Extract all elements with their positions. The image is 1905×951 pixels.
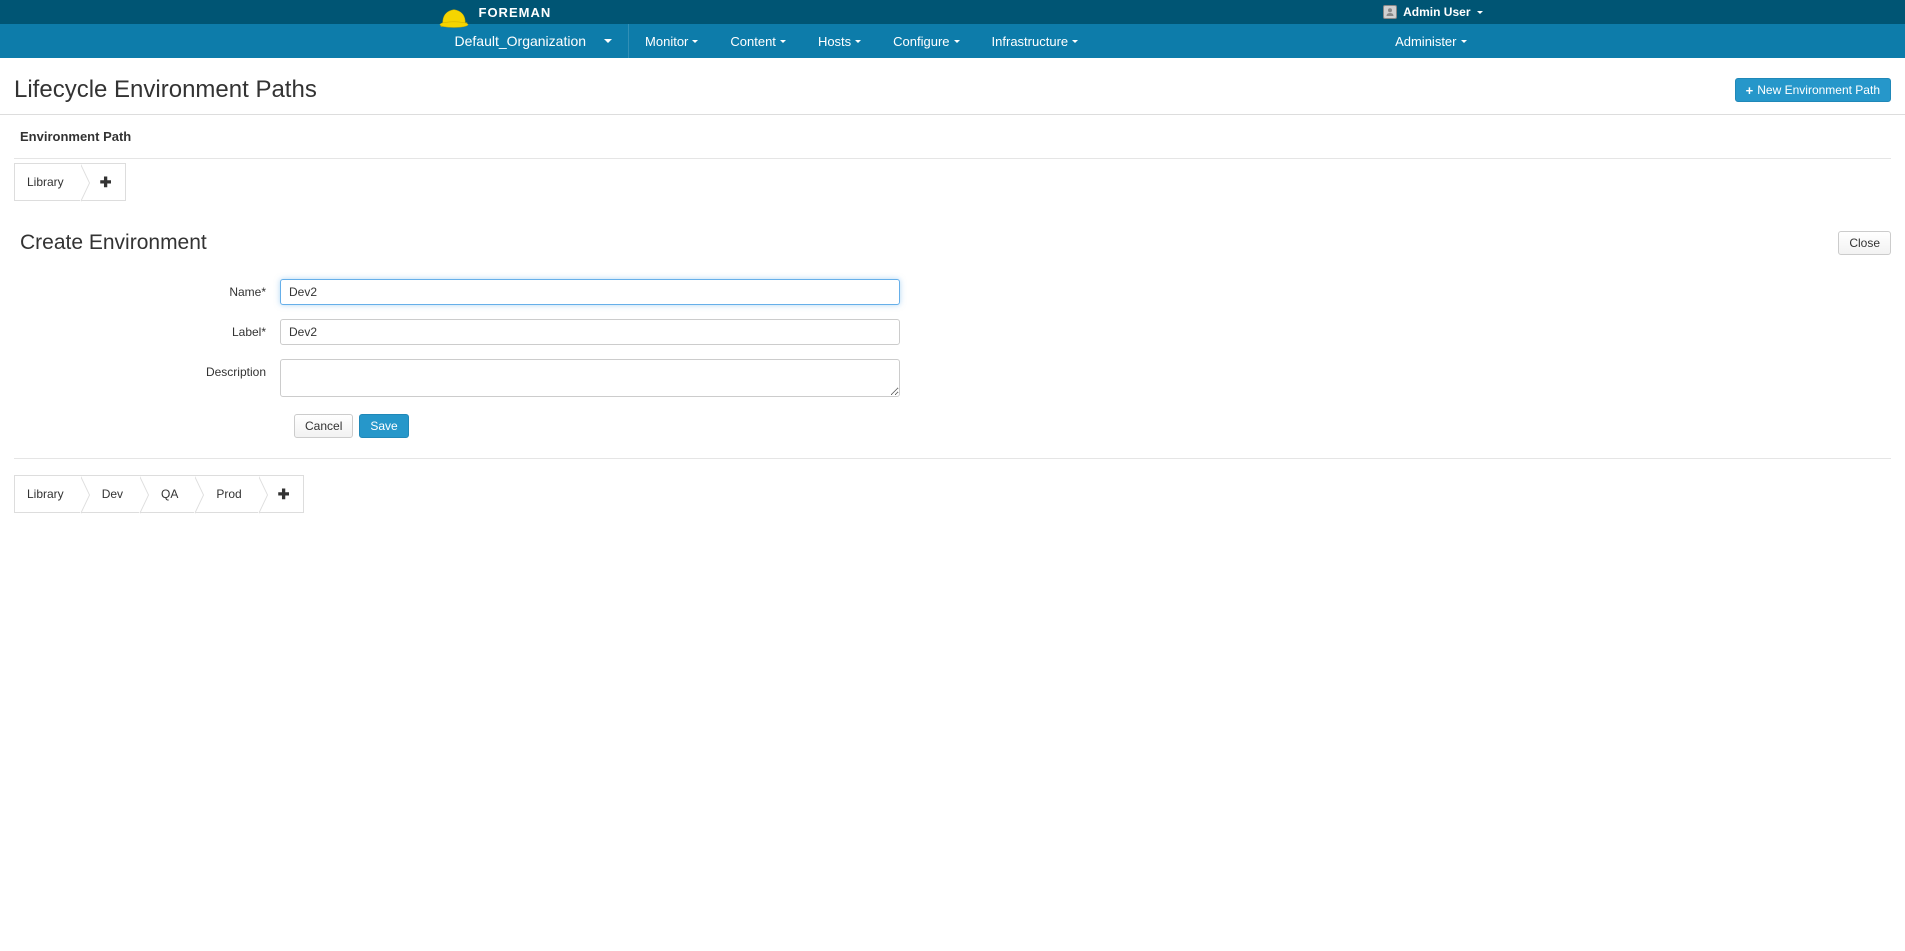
brand-logo-area[interactable]: FOREMAN (439, 0, 552, 26)
path-segment[interactable]: Library (15, 476, 80, 512)
nav-bar: Default_Organization Monitor Content Hos… (0, 24, 1905, 58)
path-segment[interactable]: Library (15, 164, 80, 200)
avatar-icon (1383, 5, 1397, 19)
page-title: Lifecycle Environment Paths (14, 76, 317, 104)
user-name: Admin User (1403, 5, 1470, 19)
chevron-down-icon (604, 39, 612, 43)
label-label: Label* (14, 319, 280, 339)
brand-name: FOREMAN (479, 5, 552, 20)
nav-infrastructure[interactable]: Infrastructure (976, 24, 1095, 58)
brand-bar: FOREMAN Admin User (0, 0, 1905, 24)
plus-icon: + (1746, 84, 1754, 97)
chevron-down-icon (1072, 40, 1078, 43)
create-environment-form: Name* Label* Description Cancel Save (14, 279, 1891, 458)
nav-monitor[interactable]: Monitor (629, 24, 714, 58)
description-label: Description (14, 359, 280, 379)
nav-label: Content (730, 34, 776, 49)
close-button[interactable]: Close (1838, 231, 1891, 255)
nav-hosts[interactable]: Hosts (802, 24, 877, 58)
chevron-down-icon (692, 40, 698, 43)
hardhat-icon (439, 4, 469, 32)
label-input[interactable] (280, 319, 900, 345)
chevron-down-icon (1477, 11, 1483, 14)
plus-icon: ✚ (100, 174, 112, 191)
environment-path: Library ✚ (14, 163, 126, 201)
description-input[interactable] (280, 359, 900, 397)
chevron-down-icon (954, 40, 960, 43)
plus-icon: ✚ (278, 486, 290, 503)
nav-label: Administer (1395, 34, 1456, 49)
nav-content[interactable]: Content (714, 24, 802, 58)
chevron-down-icon (780, 40, 786, 43)
nav-label: Infrastructure (992, 34, 1069, 49)
nav-administer[interactable]: Administer (1379, 24, 1482, 58)
nav-configure[interactable]: Configure (877, 24, 975, 58)
new-environment-path-button[interactable]: + New Environment Path (1735, 78, 1891, 102)
nav-label: Monitor (645, 34, 688, 49)
chevron-down-icon (1461, 40, 1467, 43)
nav-label: Configure (893, 34, 949, 49)
nav-label: Hosts (818, 34, 851, 49)
section-label: Environment Path (14, 115, 1891, 158)
org-name: Default_Organization (455, 33, 587, 49)
name-input[interactable] (280, 279, 900, 305)
form-title: Create Environment (14, 231, 207, 255)
environment-path: Library Dev QA Prod ✚ (14, 475, 304, 513)
user-menu[interactable]: Admin User (1383, 5, 1482, 19)
name-label: Name* (14, 279, 280, 299)
chevron-down-icon (855, 40, 861, 43)
button-label: New Environment Path (1757, 83, 1880, 97)
cancel-button[interactable]: Cancel (294, 414, 353, 438)
save-button[interactable]: Save (359, 414, 408, 438)
